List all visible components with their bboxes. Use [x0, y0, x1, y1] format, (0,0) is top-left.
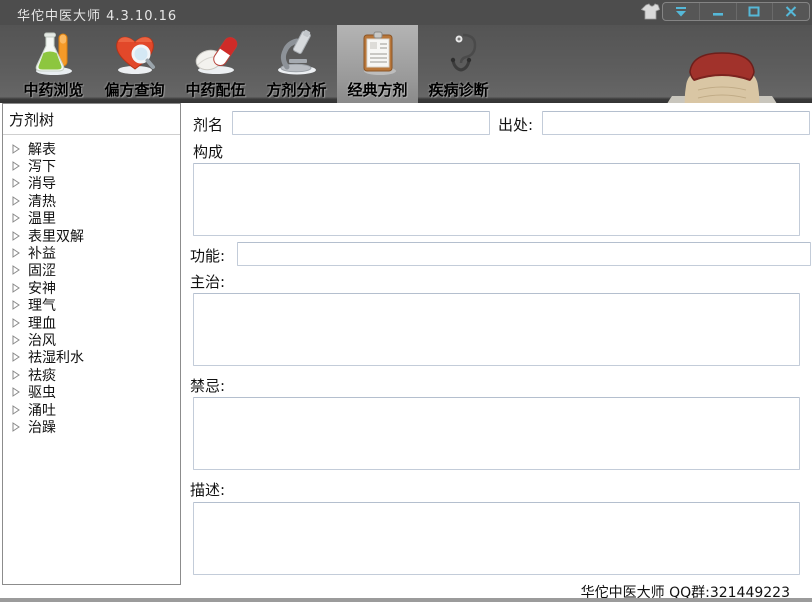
skin-icon: [641, 3, 660, 21]
toolbar-item-remedy-search[interactable]: 偏方查询: [94, 25, 175, 103]
indication-textarea[interactable]: [193, 293, 800, 366]
pills-icon: [192, 29, 240, 77]
expand-arrow-icon[interactable]: [12, 265, 20, 275]
tree-header: 方剂树: [3, 104, 180, 135]
maximize-icon: [747, 5, 761, 18]
expand-arrow-icon[interactable]: [12, 335, 20, 345]
app-window: 华佗中医大师 4.3.10.16: [0, 0, 812, 602]
stethoscope-icon: [435, 29, 483, 77]
expand-arrow-icon[interactable]: [12, 144, 20, 154]
description-label: 描述:: [190, 479, 225, 500]
taboo-textarea[interactable]: [193, 397, 800, 470]
toolbar-item-formula-analysis[interactable]: 方剂分析: [256, 25, 337, 103]
tree-item-buyi[interactable]: 补益: [3, 244, 180, 261]
toolbar-items: 中药浏览 偏方查询: [13, 25, 499, 103]
expand-arrow-icon[interactable]: [12, 318, 20, 328]
function-label: 功能:: [190, 245, 225, 266]
formula-name-input[interactable]: [232, 111, 490, 135]
tree-item-guse[interactable]: 固涩: [3, 262, 180, 279]
tree-item-wenli[interactable]: 温里: [3, 210, 180, 227]
maximize-button[interactable]: [737, 3, 774, 20]
expand-arrow-icon[interactable]: [12, 231, 20, 241]
expand-arrow-icon[interactable]: [12, 300, 20, 310]
expand-arrow-icon[interactable]: [12, 161, 20, 171]
status-bar: 华佗中医大师 QQ群:321449223: [0, 585, 812, 598]
toolbar-label: 中药配伍: [185, 79, 245, 100]
tree-item-zhifeng[interactable]: 治风: [3, 331, 180, 348]
collapse-icon: [674, 5, 688, 18]
toolbar-item-herb-compatibility[interactable]: 中药配伍: [175, 25, 256, 103]
function-input[interactable]: [237, 242, 811, 266]
tree-item-anshen[interactable]: 安神: [3, 279, 180, 296]
tree-item-quchong[interactable]: 驱虫: [3, 383, 180, 400]
source-input[interactable]: [542, 111, 810, 135]
toolbar-label: 中药浏览: [23, 79, 83, 100]
formula-name-label: 剂名: [193, 114, 223, 135]
expand-arrow-icon[interactable]: [12, 387, 20, 397]
formula-tree-panel: 方剂树 解表 泻下 消导 清热 温里 表里双解 补益 固涩 安神 理气 理血 治…: [2, 103, 181, 585]
composition-label: 构成: [193, 141, 223, 162]
tree-item-lixue[interactable]: 理血: [3, 314, 180, 331]
expand-arrow-icon[interactable]: [12, 370, 20, 380]
expand-arrow-icon[interactable]: [12, 422, 20, 432]
title-bar: 华佗中医大师 4.3.10.16: [0, 0, 812, 25]
source-label: 出处:: [498, 114, 533, 135]
tree-item-qutan[interactable]: 祛痰: [3, 366, 180, 383]
toolbar-label: 疾病诊断: [428, 79, 488, 100]
minimize-icon: [711, 5, 725, 18]
toolbar-label: 偏方查询: [104, 79, 164, 100]
indication-label: 主治:: [190, 271, 225, 292]
expand-arrow-icon[interactable]: [12, 178, 20, 188]
tree-item-jiebiao[interactable]: 解表: [3, 140, 180, 157]
tree-item-liqi[interactable]: 理气: [3, 297, 180, 314]
collapse-button[interactable]: [663, 3, 700, 20]
microscope-icon: [273, 29, 321, 77]
close-icon: [784, 5, 798, 18]
tree-item-xiaodao[interactable]: 消导: [3, 175, 180, 192]
toolbar-item-disease-diagnosis[interactable]: 疾病诊断: [418, 25, 499, 103]
expand-arrow-icon[interactable]: [12, 196, 20, 206]
tree-item-yongtu[interactable]: 涌吐: [3, 401, 180, 418]
toolbar: 中药浏览 偏方查询: [0, 25, 812, 103]
toolbar-item-herb-browse[interactable]: 中药浏览: [13, 25, 94, 103]
toolbar-label: 方剂分析: [266, 79, 326, 100]
tree-item-zhizao[interactable]: 治躁: [3, 418, 180, 435]
tree-list: 解表 泻下 消导 清热 温里 表里双解 补益 固涩 安神 理气 理血 治风 祛湿…: [3, 135, 180, 436]
tree-item-qingre[interactable]: 清热: [3, 192, 180, 209]
content-area: 方剂树 解表 泻下 消导 清热 温里 表里双解 补益 固涩 安神 理气 理血 治…: [0, 103, 812, 585]
tree-item-xiexia[interactable]: 泻下: [3, 157, 180, 174]
window-title: 华佗中医大师 4.3.10.16: [17, 5, 177, 24]
expand-arrow-icon[interactable]: [12, 213, 20, 223]
clipboard-icon: [354, 29, 402, 77]
tree-item-qushilishui[interactable]: 祛湿利水: [3, 349, 180, 366]
heart-search-icon: [111, 29, 159, 77]
toolbar-item-classic-formulas[interactable]: 经典方剂: [337, 25, 418, 103]
composition-textarea[interactable]: [193, 163, 800, 236]
taboo-label: 禁忌:: [190, 375, 225, 396]
expand-arrow-icon[interactable]: [12, 405, 20, 415]
minimize-button[interactable]: [700, 3, 737, 20]
flask-icon: [30, 29, 78, 77]
expand-arrow-icon[interactable]: [12, 248, 20, 258]
close-button[interactable]: [773, 3, 809, 20]
window-bottom-border: [0, 598, 812, 602]
expand-arrow-icon[interactable]: [12, 283, 20, 293]
window-controls: [662, 2, 810, 21]
skin-button[interactable]: [641, 3, 660, 21]
expand-arrow-icon[interactable]: [12, 352, 20, 362]
description-textarea[interactable]: [193, 502, 800, 575]
tree-item-biaolishuangjie[interactable]: 表里双解: [3, 227, 180, 244]
toolbar-label: 经典方剂: [347, 79, 407, 100]
